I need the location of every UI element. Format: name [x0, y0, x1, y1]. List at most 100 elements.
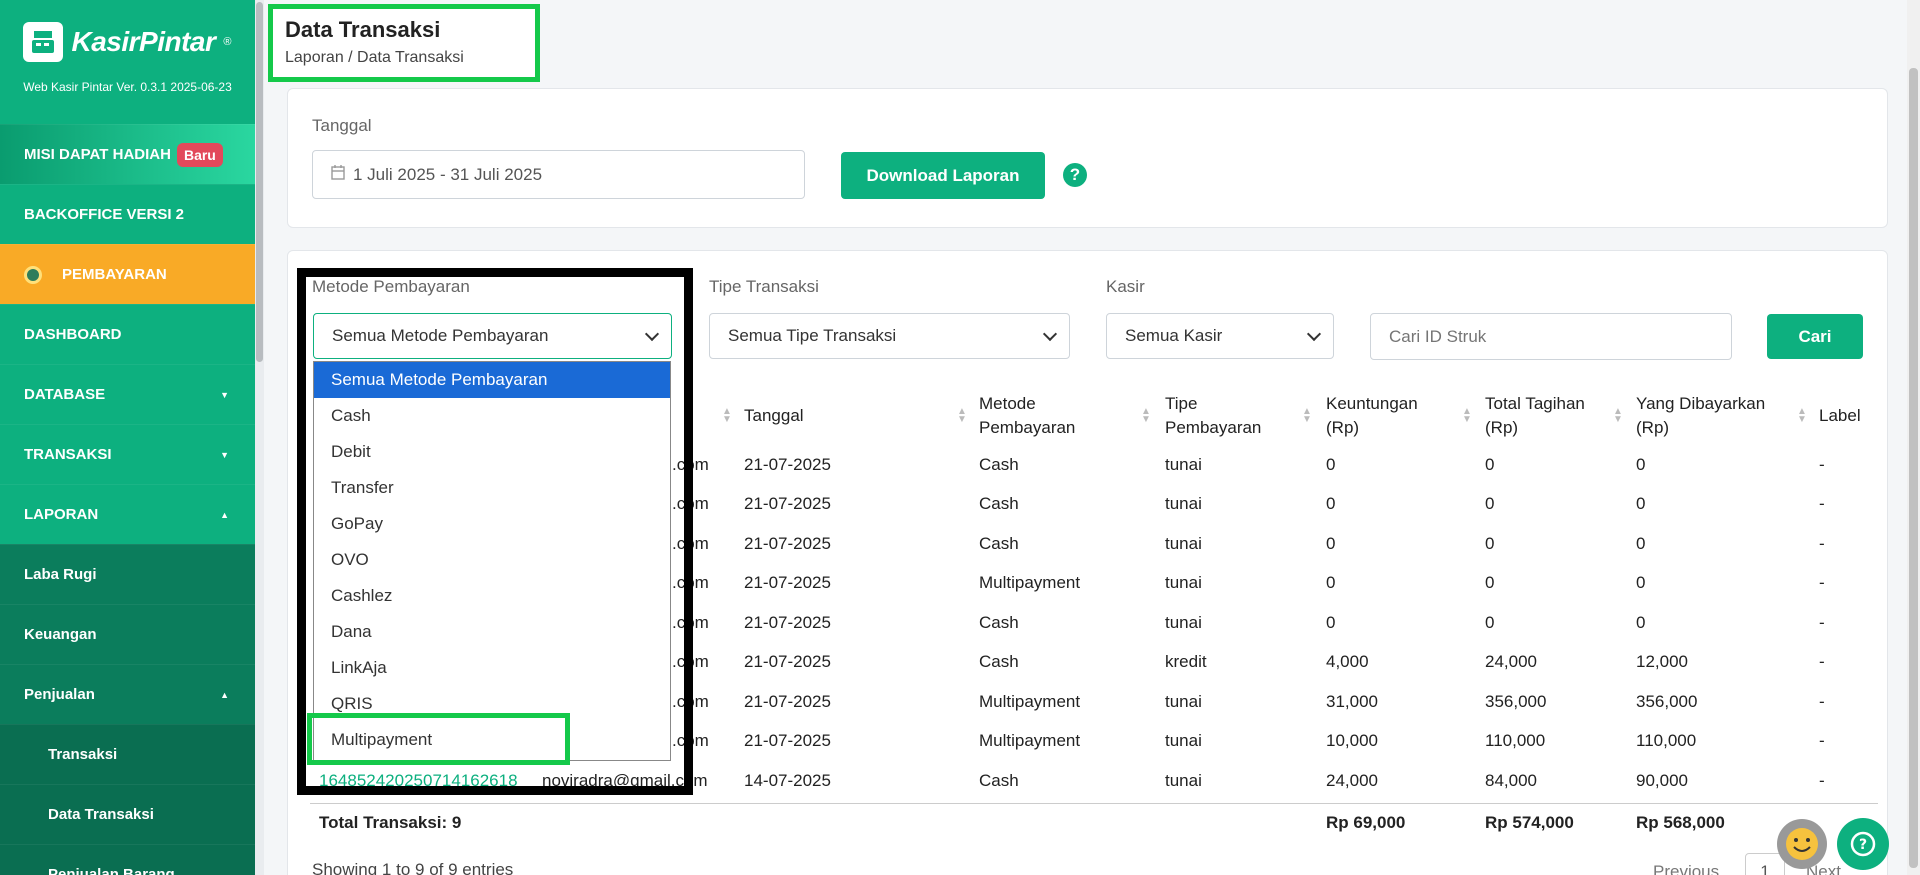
page-1-button[interactable]: 1	[1745, 853, 1785, 875]
cell-keuntungan: 0	[1326, 613, 1336, 632]
brand-name: KasirPintar	[71, 26, 216, 57]
cell-label: -	[1819, 652, 1825, 671]
cell-tanggal: 21-07-2025	[744, 494, 831, 513]
sidebar-item-data-transaksi[interactable]: Data Transaksi	[0, 784, 255, 844]
sort-icon[interactable]: ▲ ▼	[957, 407, 967, 425]
page-header: Data Transaksi Laporan / Data Transaksi	[268, 4, 540, 82]
sidebar-item-backoffice[interactable]: BACKOFFICE VERSI 2	[0, 184, 255, 244]
sidebar-item-pembayaran[interactable]: PEMBAYARAN	[0, 244, 255, 304]
cell-metode: Cash	[979, 455, 1019, 474]
cell-label: -	[1819, 534, 1825, 553]
table-divider	[310, 803, 1878, 804]
chevron-down-icon	[1306, 326, 1322, 342]
col-header-dibayar[interactable]: Yang Dibayarkan (Rp)	[1636, 392, 1765, 440]
cell-metode: Multipayment	[979, 692, 1081, 711]
cell-tipe: tunai	[1165, 771, 1202, 790]
cash-register-icon	[23, 22, 64, 62]
cell-label: -	[1819, 731, 1825, 750]
cell-metode: Cash	[979, 534, 1019, 553]
highlight-frame-multipayment	[307, 713, 570, 765]
cell-tanggal: 21-07-2025	[744, 455, 831, 474]
sort-icon[interactable]: ▲ ▼	[1141, 407, 1151, 425]
sort-icon[interactable]: ▲ ▼	[1462, 407, 1472, 425]
cell-label: -	[1819, 573, 1825, 592]
dropdown-option[interactable]: OVO	[314, 542, 670, 578]
cell-metode: Cash	[979, 494, 1019, 513]
sidebar-item-misi[interactable]: MISI DAPAT HADIAH Baru	[0, 124, 255, 184]
dropdown-option[interactable]: Debit	[314, 434, 670, 470]
dropdown-option[interactable]: LinkAja	[314, 650, 670, 686]
date-range-input[interactable]: 1 Juli 2025 - 31 Juli 2025	[312, 150, 805, 199]
cell-label: -	[1819, 455, 1825, 474]
main-scrollbar-thumb[interactable]	[1909, 68, 1918, 868]
dropdown-option[interactable]: Dana	[314, 614, 670, 650]
dropdown-option[interactable]: GoPay	[314, 506, 670, 542]
cell-total: 0	[1485, 494, 1495, 513]
cell-tanggal: 21-07-2025	[744, 731, 831, 750]
cell-metode: Cash	[979, 652, 1019, 671]
tipe-label: Tipe Transaksi	[709, 277, 819, 296]
cell-label: -	[1819, 494, 1825, 513]
app-version: Web Kasir Pintar Ver. 0.3.1 2025-06-23	[23, 80, 232, 94]
sidebar-item-transaksi[interactable]: TRANSAKSI ▼	[0, 424, 255, 484]
sidebar-item-laporan[interactable]: LAPORAN ▲	[0, 484, 255, 544]
metode-dropdown-list[interactable]: Semua Metode Pembayaran Cash Debit Transfer…	[313, 361, 671, 761]
cell-total: 0	[1485, 613, 1495, 632]
cell-total: 0	[1485, 534, 1495, 553]
cell-total: 110,000	[1485, 731, 1546, 750]
page-title: Data Transaksi	[285, 17, 441, 42]
sort-icon[interactable]: ▲ ▼	[1302, 407, 1312, 425]
new-badge: Baru	[176, 142, 223, 167]
previous-page-button[interactable]: Previous	[1653, 862, 1719, 875]
sidebar-item-penjualan[interactable]: Penjualan ▲	[0, 664, 255, 724]
calendar-icon	[331, 164, 345, 185]
sort-icon[interactable]: ▲ ▼	[722, 407, 732, 425]
cell-tipe: kredit	[1165, 652, 1207, 671]
cell-tanggal: 14-07-2025	[744, 771, 831, 790]
cell-tipe: tunai	[1165, 534, 1202, 553]
col-header-metode[interactable]: Metode Pembayaran	[979, 392, 1075, 440]
caret-up-icon: ▲	[220, 689, 229, 700]
date-label: Tanggal	[312, 116, 372, 135]
smiley-icon[interactable]	[1777, 819, 1827, 869]
col-header-keuntungan[interactable]: Keuntungan (Rp)	[1326, 392, 1418, 440]
col-header-label[interactable]: Label	[1819, 404, 1861, 428]
sidebar-item-dashboard[interactable]: DASHBOARD	[0, 304, 255, 364]
dropdown-option[interactable]: Cash	[314, 398, 670, 434]
sidebar-item-penjualan-barang[interactable]: Penjualan Barang	[0, 844, 255, 875]
cell-metode: Cash	[979, 771, 1019, 790]
cell-metode: Multipayment	[979, 573, 1081, 592]
sidebar-scrollbar-thumb[interactable]	[256, 2, 263, 362]
caret-up-icon: ▲	[220, 509, 229, 520]
search-button[interactable]: Cari	[1767, 314, 1863, 359]
support-help-icon[interactable]: ?	[1837, 818, 1889, 870]
cell-tipe: tunai	[1165, 455, 1202, 474]
entries-info: Showing 1 to 9 of 9 entries	[312, 860, 514, 875]
dropdown-option[interactable]: Transfer	[314, 470, 670, 506]
kasir-select[interactable]: Semua Kasir	[1106, 313, 1334, 359]
dropdown-option[interactable]: Cashlez	[314, 578, 670, 614]
sidebar-item-sub-transaksi[interactable]: Transaksi	[0, 724, 255, 784]
cell-dibayar: 12,000	[1636, 652, 1688, 671]
total-keuntungan: Rp 69,000	[1326, 813, 1406, 832]
download-report-button[interactable]: Download Laporan	[841, 152, 1045, 199]
sort-icon[interactable]: ▲ ▼	[1613, 407, 1623, 425]
cell-keuntungan: 31,000	[1326, 692, 1378, 711]
sidebar-item-laba-rugi[interactable]: Laba Rugi	[0, 544, 255, 604]
search-input[interactable]	[1370, 313, 1732, 360]
cell-tipe: tunai	[1165, 613, 1202, 632]
col-header-tipe[interactable]: Tipe Pembayaran	[1165, 392, 1261, 440]
sidebar-item-database[interactable]: DATABASE ▼	[0, 364, 255, 424]
chevron-down-icon	[1042, 326, 1058, 342]
cell-total: 356,000	[1485, 692, 1547, 711]
sort-icon[interactable]: ▲ ▼	[1797, 407, 1807, 425]
cell-total: 0	[1485, 455, 1495, 474]
col-header-total[interactable]: Total Tagihan (Rp)	[1485, 392, 1585, 440]
tipe-select[interactable]: Semua Tipe Transaksi	[709, 313, 1070, 359]
cell-dibayar: 90,000	[1636, 771, 1688, 790]
col-header-tanggal[interactable]: Tanggal	[744, 404, 804, 428]
sidebar-item-keuangan[interactable]: Keuangan	[0, 604, 255, 664]
help-icon[interactable]: ?	[1063, 163, 1087, 187]
cell-keuntungan: 10,000	[1326, 731, 1378, 750]
dropdown-option[interactable]: Semua Metode Pembayaran	[314, 362, 670, 398]
